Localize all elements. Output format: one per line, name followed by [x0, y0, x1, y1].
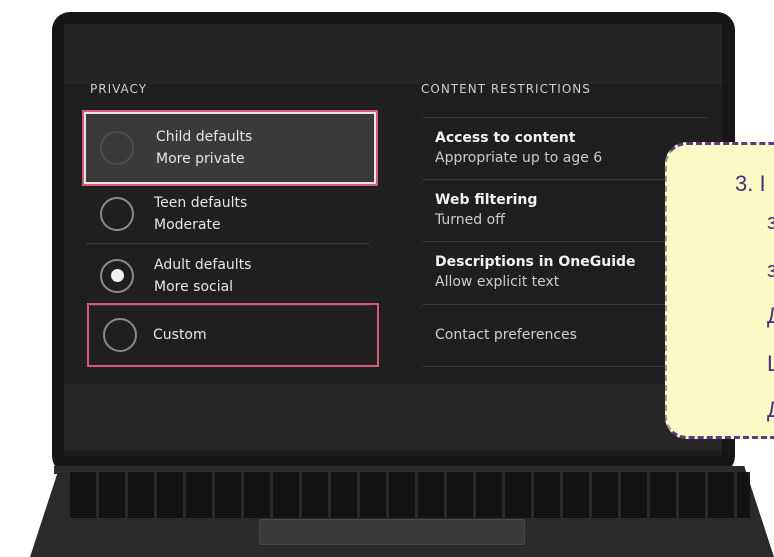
- privacy-heading: PRIVACY: [90, 82, 148, 96]
- content-restrictions-heading: CONTENT RESTRICTIONS: [421, 82, 591, 96]
- radio-icon: [100, 131, 134, 165]
- trackpad: [259, 519, 525, 545]
- keys: [70, 472, 750, 518]
- callout-note: 3. I з з Д Ц Д: [665, 142, 774, 439]
- privacy-option-custom[interactable]: Custom: [87, 303, 379, 367]
- callout-fragment: Д: [767, 397, 774, 423]
- top-bar: [64, 24, 722, 84]
- callout-number: 3. I: [735, 171, 766, 196]
- callout-fragment: з: [767, 209, 774, 235]
- option-title: Teen defaults: [154, 194, 248, 211]
- radio-selected-icon: [100, 258, 134, 293]
- radio-icon: [100, 196, 134, 231]
- bottom-bar: [64, 384, 722, 450]
- callout-fragment: з: [767, 257, 774, 283]
- option-subtitle: More social: [154, 278, 234, 295]
- option-subtitle: Moderate: [154, 216, 221, 233]
- callout-fragment: Д: [767, 303, 774, 329]
- row-title: Access to content: [435, 130, 576, 146]
- privacy-option-child[interactable]: Child defaults More private: [82, 110, 378, 186]
- option-title: Child defaults: [156, 129, 253, 145]
- screen: PRIVACY CONTENT RESTRICTIONS Child defau…: [64, 24, 722, 456]
- radio-icon: [103, 318, 137, 352]
- option-subtitle: More private: [156, 151, 245, 167]
- privacy-option-adult[interactable]: Adult defaults More social: [86, 246, 369, 306]
- privacy-option-teen[interactable]: Teen defaults Moderate: [86, 184, 369, 244]
- option-title: Adult defaults: [154, 256, 252, 273]
- callout-fragment: Ц: [767, 351, 774, 377]
- option-title: Custom: [153, 327, 207, 343]
